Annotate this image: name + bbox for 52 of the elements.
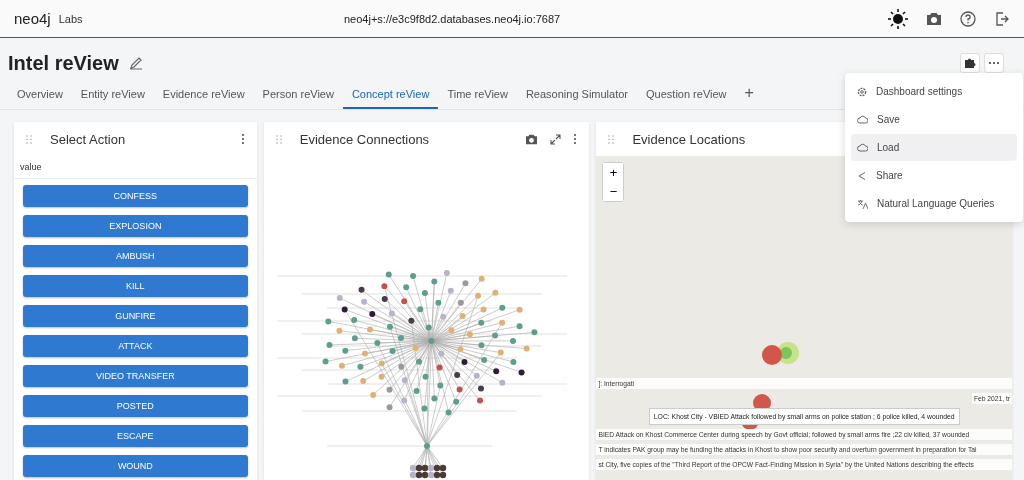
action-button[interactable]: EXPLOSION [23,215,248,237]
column-header: value [14,156,257,179]
more-options-icon[interactable] [240,133,245,145]
edit-icon[interactable] [128,56,143,70]
action-button[interactable]: CONFESS [23,185,248,207]
cloud-icon [857,115,868,124]
action-button[interactable]: AMBUSH [23,245,248,267]
menu-item[interactable]: Save [851,106,1017,133]
logo-suffix: Labs [58,12,83,25]
drag-handle-icon[interactable] [26,134,32,144]
logout-icon[interactable] [994,10,1010,27]
drag-handle-icon[interactable] [275,134,282,144]
tab[interactable]: Concept reView [342,80,439,109]
share-icon [857,170,867,181]
more-menu-button[interactable] [984,53,1004,73]
camera-icon[interactable] [525,133,539,145]
tab[interactable]: Question reView [637,80,736,109]
tab[interactable]: Overview [8,80,72,109]
theme-sun-icon[interactable] [888,8,908,29]
connection-url: neo4j+s://e3c9f8d2.databases.neo4j.io:7687 [344,12,562,25]
tab[interactable]: Reasoning Simulator [516,80,638,109]
tab[interactable]: Evidence reView [153,80,254,109]
action-button[interactable]: POSTED [23,395,248,417]
menu-item[interactable]: Share [851,162,1017,189]
menu-item[interactable]: Natural Language Queries [851,190,1017,217]
action-button[interactable]: ESCAPE [23,425,248,447]
extensions-button[interactable] [960,53,980,73]
settings-icon [857,86,867,97]
drag-handle-icon[interactable] [608,134,615,144]
card-title: Select Action [50,131,127,147]
action-button[interactable]: VIDEO TRANSFER [23,365,248,387]
more-options-icon[interactable] [573,133,578,145]
action-button[interactable]: GUNFIRE [23,305,248,327]
more-icon [988,61,1000,65]
translate-icon [857,198,868,209]
menu-item[interactable]: Dashboard settings [851,78,1017,105]
tab[interactable]: Entity reView [71,80,154,109]
help-icon[interactable] [960,10,976,27]
cloud-icon [857,143,868,152]
add-tab-button[interactable]: + [735,81,763,108]
logo: neo4j [14,10,51,27]
action-button[interactable]: ATTACK [23,335,248,357]
action-button[interactable]: WOUND [23,455,248,477]
card-title: Evidence Connections [299,131,431,147]
tab[interactable]: Time reView [438,80,517,109]
camera-icon[interactable] [926,11,942,26]
puzzle-icon [964,57,976,69]
action-button[interactable]: KILL [23,275,248,297]
tab[interactable]: Person reView [253,80,343,109]
dashboard-title: Intel reView [8,51,119,75]
fullscreen-icon[interactable] [550,133,562,145]
menu-item[interactable]: Load [851,134,1017,161]
